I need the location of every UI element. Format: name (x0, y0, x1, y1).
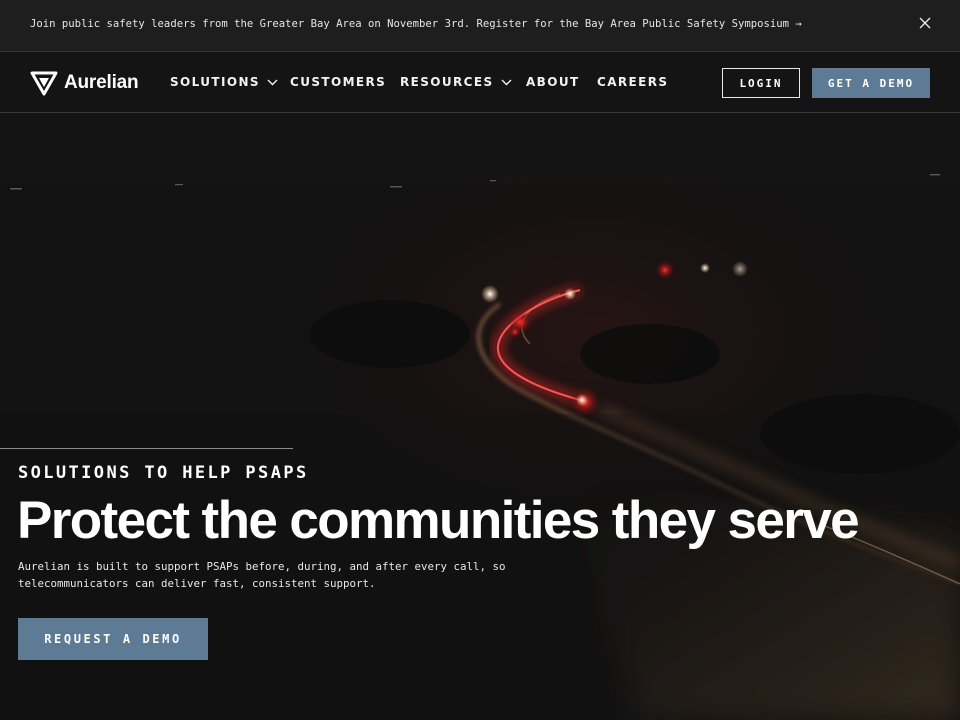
logo-icon (30, 71, 58, 96)
request-demo-button[interactable]: REQUEST A DEMO (18, 618, 208, 660)
hero-section: SOLUTIONS TO HELP PSAPS Protect the comm… (0, 114, 960, 720)
login-button[interactable]: LOGIN (722, 68, 800, 98)
nav-item-label: RESOURCES (400, 75, 494, 89)
nav-item-label: ABOUT (526, 75, 580, 89)
nav-item-label: CAREERS (597, 75, 669, 89)
hero-description-line: Aurelian is built to support PSAPs befor… (18, 560, 506, 573)
hero-description-line: telecommunicators can deliver fast, cons… (18, 577, 376, 590)
nav-item-customers[interactable]: CUSTOMERS (290, 75, 386, 89)
announcement-link[interactable]: Join public safety leaders from the Grea… (30, 18, 802, 30)
nav-item-label: SOLUTIONS (170, 75, 260, 89)
nav-item-about[interactable]: ABOUT (526, 75, 580, 89)
logo[interactable]: Aurelian (30, 69, 139, 97)
close-icon[interactable] (918, 16, 932, 30)
hero-divider (0, 448, 293, 449)
nav-item-resources[interactable]: RESOURCES (400, 75, 512, 89)
chevron-down-icon (501, 79, 512, 85)
logo-text: Aurelian (64, 72, 139, 93)
get-demo-button[interactable]: GET A DEMO (812, 68, 930, 98)
hero-eyebrow: SOLUTIONS TO HELP PSAPS (18, 463, 309, 483)
nav-item-careers[interactable]: CAREERS (597, 75, 668, 89)
chevron-down-icon (267, 79, 278, 85)
announcement-bar: Join public safety leaders from the Grea… (0, 0, 960, 52)
main-nav: Aurelian SOLUTIONS CUSTOMERS RESOURCES A… (0, 53, 960, 113)
page: Join public safety leaders from the Grea… (0, 0, 960, 720)
nav-item-solutions[interactable]: SOLUTIONS (170, 75, 278, 89)
nav-item-label: CUSTOMERS (290, 75, 387, 89)
hero-description: Aurelian is built to support PSAPs befor… (18, 558, 538, 592)
hero-title: Protect the communities they serve (17, 491, 860, 550)
